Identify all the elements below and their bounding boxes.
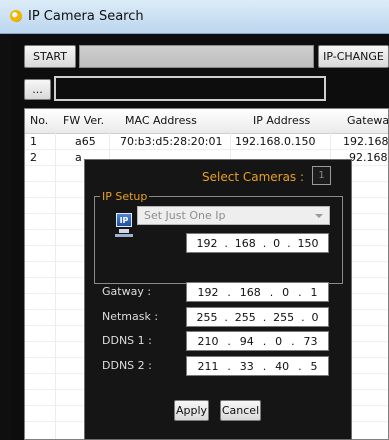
ip-separator: . xyxy=(291,334,295,348)
ddns1-octet-4: 73 xyxy=(303,334,318,348)
ip-separator: . xyxy=(262,310,267,324)
ddns2-octet-4: 5 xyxy=(310,359,318,373)
ip-separator: . xyxy=(269,285,274,299)
ip-octet-3: 0 xyxy=(273,236,281,250)
ddns2-octet-1: 211 xyxy=(197,359,219,373)
netmask-octet-4: 0 xyxy=(311,310,319,324)
chevron-down-icon xyxy=(315,214,323,218)
column-ip-address[interactable]: IP Address xyxy=(253,109,310,133)
ip-mode-select[interactable]: Set Just One Ip xyxy=(137,206,330,225)
apply-button[interactable]: Apply xyxy=(174,400,209,421)
ddns2-octet-2: 33 xyxy=(239,359,254,373)
window-title: IP Camera Search xyxy=(28,9,144,24)
network-computer-icon-screen: IP xyxy=(116,213,132,227)
ip-mode-select-value: Set Just One Ip xyxy=(144,209,226,222)
list-header: No. FW Ver. MAC Address IP Address Gatew… xyxy=(25,109,388,134)
ddns2-label: DDNS 2 : xyxy=(102,359,152,372)
cell-fw-ver: a65 xyxy=(75,135,96,148)
netmask-octet-1: 255 xyxy=(196,310,218,324)
netmask-octet-3: 255 xyxy=(273,310,295,324)
cell-no: 2 xyxy=(30,151,37,164)
ip-separator: . xyxy=(298,359,302,373)
ip-setup-group-label: IP Setup xyxy=(100,190,150,203)
ip-octet-1: 192 xyxy=(196,236,218,250)
cancel-button[interactable]: Cancel xyxy=(220,400,261,421)
ip-address-input[interactable]: 192. 168. 0. 150 xyxy=(186,233,329,253)
ip-separator: . xyxy=(301,310,305,324)
ip-change-button[interactable]: IP-CHANGE xyxy=(318,45,389,68)
netmask-octet-2: 255 xyxy=(234,310,256,324)
cell-fw-ver: a xyxy=(75,151,82,164)
title-bar: IP Camera Search xyxy=(0,0,389,34)
cell-ip-address: 192.168.0.150 xyxy=(235,135,316,148)
ip-change-dialog: Select Cameras : 1 IP Setup IP Set Just … xyxy=(84,159,352,440)
select-cameras-count: 1 xyxy=(312,166,331,185)
gateway-label: Gatway : xyxy=(102,285,152,298)
ip-separator: . xyxy=(262,334,267,348)
cell-no: 1 xyxy=(30,135,37,148)
path-input[interactable] xyxy=(54,76,326,101)
ip-octet-4: 150 xyxy=(297,236,319,250)
column-gateway[interactable]: Gatewa xyxy=(347,109,388,133)
ddns1-octet-2: 94 xyxy=(239,334,254,348)
ddns1-octet-3: 0 xyxy=(275,334,283,348)
gateway-octet-4: 1 xyxy=(310,285,318,299)
ddns1-label: DDNS 1 : xyxy=(102,334,152,347)
ip-separator: . xyxy=(227,334,231,348)
ddns2-octet-3: 40 xyxy=(275,359,290,373)
gateway-octet-1: 192 xyxy=(197,285,219,299)
cell-gateway: 192.168. xyxy=(343,135,389,148)
ip-separator: . xyxy=(262,359,267,373)
cell-gateway: 92.168. xyxy=(349,151,389,164)
netmask-input[interactable]: 255. 255. 255. 0 xyxy=(186,307,329,327)
ip-separator: . xyxy=(227,285,231,299)
gateway-octet-2: 168 xyxy=(239,285,261,299)
start-button[interactable]: START xyxy=(24,45,76,68)
ddns2-input[interactable]: 211. 33. 40. 5 xyxy=(186,356,329,376)
browse-button[interactable]: ... xyxy=(24,79,51,100)
ip-separator: . xyxy=(224,310,228,324)
gateway-octet-3: 0 xyxy=(282,285,290,299)
network-computer-icon: IP xyxy=(115,213,133,239)
column-fw-ver[interactable]: FW Ver. xyxy=(63,109,104,133)
ip-octet-2: 168 xyxy=(234,236,256,250)
progress-bar xyxy=(79,45,314,68)
netmask-label: Netmask : xyxy=(102,310,159,323)
ip-separator: . xyxy=(224,236,228,250)
camera-search-icon xyxy=(10,10,22,22)
ddns1-input[interactable]: 210. 94. 0. 73 xyxy=(186,331,329,351)
ddns1-octet-1: 210 xyxy=(197,334,219,348)
cell-mac-address: 70:b3:d5:28:20:01 xyxy=(120,135,223,148)
gateway-input[interactable]: 192. 168. 0. 1 xyxy=(186,282,329,302)
select-cameras-label: Select Cameras : xyxy=(202,170,305,184)
column-mac-address[interactable]: MAC Address xyxy=(125,109,197,133)
ip-separator: . xyxy=(262,236,267,250)
ip-separator: . xyxy=(298,285,302,299)
ip-separator: . xyxy=(227,359,231,373)
column-no[interactable]: No. xyxy=(30,109,48,133)
grid-line xyxy=(55,133,56,439)
ip-separator: . xyxy=(287,236,291,250)
